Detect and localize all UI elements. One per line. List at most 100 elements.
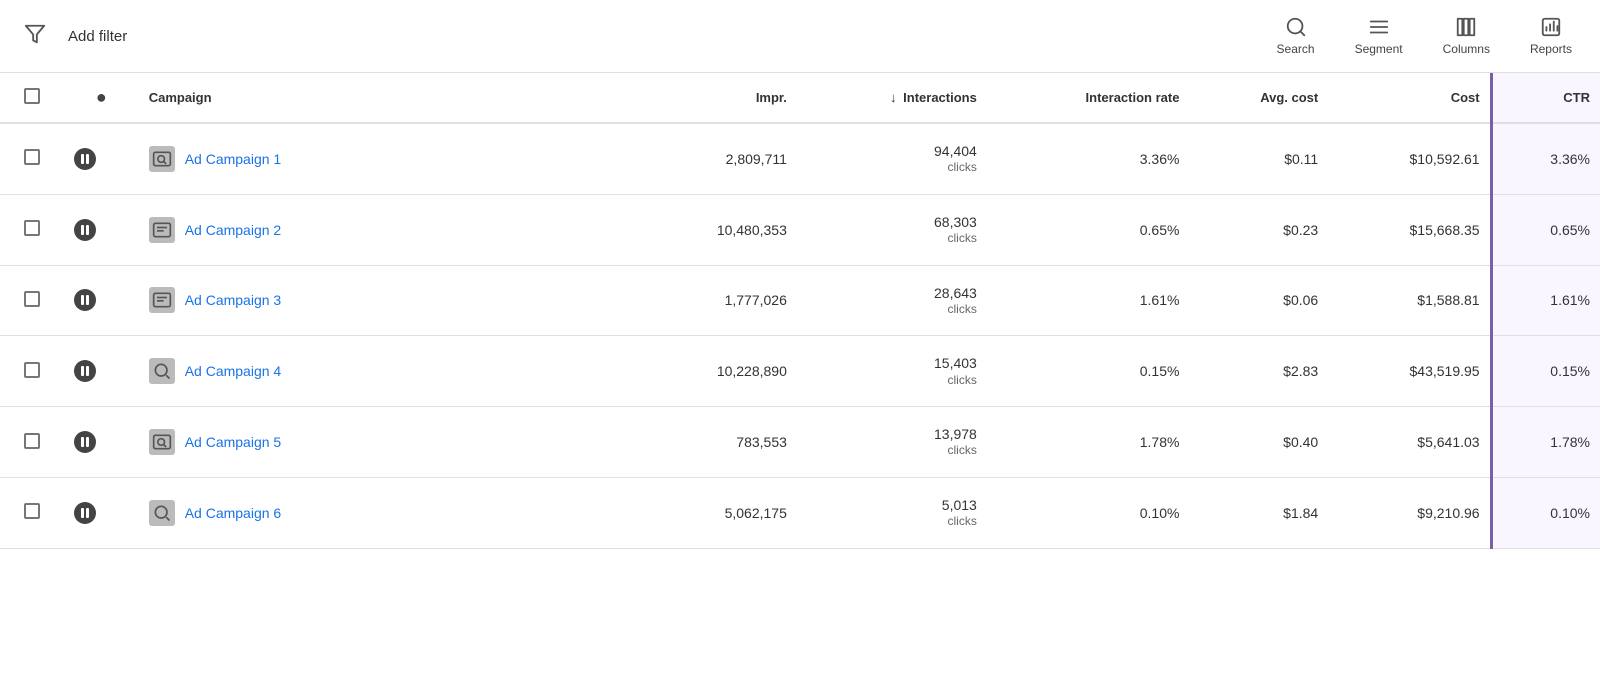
table-row: Ad Campaign 4 10,228,890 15,403 clicks 0… (0, 336, 1600, 407)
pause-status-icon[interactable] (74, 431, 96, 453)
campaign-link[interactable]: Ad Campaign 3 (185, 292, 282, 308)
segment-icon (1368, 16, 1390, 38)
row-campaign-cell: Ad Campaign 6 (139, 477, 637, 548)
row-impr: 10,480,353 (637, 194, 797, 265)
reports-label: Reports (1530, 42, 1572, 56)
campaign-link[interactable]: Ad Campaign 6 (185, 505, 282, 521)
row-checkbox[interactable] (24, 149, 40, 165)
table-row: Ad Campaign 6 5,062,175 5,013 clicks 0.1… (0, 477, 1600, 548)
campaign-link[interactable]: Ad Campaign 1 (185, 151, 282, 167)
pause-status-icon[interactable] (74, 219, 96, 241)
th-avg-cost[interactable]: Avg. cost (1189, 73, 1328, 123)
row-interaction-rate: 0.10% (987, 477, 1190, 548)
row-status-cell (64, 123, 139, 194)
table-row: Ad Campaign 3 1,777,026 28,643 clicks 1.… (0, 265, 1600, 336)
row-checkbox-cell (0, 407, 64, 478)
pause-status-icon[interactable] (74, 148, 96, 170)
pause-status-icon[interactable] (74, 289, 96, 311)
row-ctr: 0.10% (1491, 477, 1600, 548)
row-ctr: 3.36% (1491, 123, 1600, 194)
interactions-count: 13,978 (807, 425, 977, 443)
row-interactions: 13,978 clicks (797, 407, 987, 478)
header-checkbox[interactable] (24, 88, 40, 104)
reports-button[interactable]: Reports (1522, 12, 1580, 60)
filter-icon-button[interactable] (20, 19, 50, 54)
row-checkbox-cell (0, 477, 64, 548)
interactions-count: 68,303 (807, 213, 977, 231)
campaign-type-icon (149, 358, 175, 384)
table-row: Ad Campaign 1 2,809,711 94,404 clicks 3.… (0, 123, 1600, 194)
toolbar-left: Add filter (20, 19, 1261, 54)
row-avg-cost: $0.40 (1189, 407, 1328, 478)
row-ctr: 0.65% (1491, 194, 1600, 265)
campaign-type-icon (149, 287, 175, 313)
row-campaign-cell: Ad Campaign 3 (139, 265, 637, 336)
row-checkbox[interactable] (24, 503, 40, 519)
row-interactions: 94,404 clicks (797, 123, 987, 194)
row-impr: 5,062,175 (637, 477, 797, 548)
row-avg-cost: $0.23 (1189, 194, 1328, 265)
row-avg-cost: $1.84 (1189, 477, 1328, 548)
row-checkbox-cell (0, 123, 64, 194)
row-interactions: 15,403 clicks (797, 336, 987, 407)
campaign-link[interactable]: Ad Campaign 2 (185, 222, 282, 238)
interactions-count: 94,404 (807, 142, 977, 160)
th-impr[interactable]: Impr. (637, 73, 797, 123)
row-interactions: 28,643 clicks (797, 265, 987, 336)
row-campaign-cell: Ad Campaign 4 (139, 336, 637, 407)
row-cost: $5,641.03 (1328, 407, 1491, 478)
row-checkbox-cell (0, 265, 64, 336)
interactions-label: clicks (807, 231, 977, 247)
row-avg-cost: $0.06 (1189, 265, 1328, 336)
row-interaction-rate: 0.15% (987, 336, 1190, 407)
row-interaction-rate: 3.36% (987, 123, 1190, 194)
pause-status-icon[interactable] (74, 360, 96, 382)
row-checkbox[interactable] (24, 362, 40, 378)
add-filter-button[interactable]: Add filter (60, 24, 135, 49)
row-cost: $1,588.81 (1328, 265, 1491, 336)
campaign-link[interactable]: Ad Campaign 5 (185, 434, 282, 450)
interactions-count: 15,403 (807, 354, 977, 372)
row-impr: 10,228,890 (637, 336, 797, 407)
row-status-cell (64, 265, 139, 336)
sort-desc-icon: ↓ (890, 90, 897, 105)
filter-icon (24, 23, 46, 45)
row-interactions: 5,013 clicks (797, 477, 987, 548)
row-checkbox[interactable] (24, 220, 40, 236)
row-interaction-rate: 0.65% (987, 194, 1190, 265)
row-cost: $9,210.96 (1328, 477, 1491, 548)
campaign-type-icon (149, 146, 175, 172)
campaign-type-icon (149, 429, 175, 455)
row-ctr: 1.78% (1491, 407, 1600, 478)
row-checkbox[interactable] (24, 433, 40, 449)
pause-status-icon[interactable] (74, 502, 96, 524)
search-button[interactable]: Search (1269, 12, 1323, 60)
segment-button[interactable]: Segment (1347, 12, 1411, 60)
th-cost[interactable]: Cost (1328, 73, 1491, 123)
row-avg-cost: $2.83 (1189, 336, 1328, 407)
interactions-label: clicks (807, 160, 977, 176)
table-row: Ad Campaign 2 10,480,353 68,303 clicks 0… (0, 194, 1600, 265)
row-status-cell (64, 336, 139, 407)
search-label: Search (1277, 42, 1315, 56)
row-cost: $15,668.35 (1328, 194, 1491, 265)
reports-icon (1540, 16, 1562, 38)
row-status-cell (64, 477, 139, 548)
th-status: ● (64, 73, 139, 123)
row-interaction-rate: 1.78% (987, 407, 1190, 478)
th-interactions[interactable]: ↓ Interactions (797, 73, 987, 123)
toolbar: Add filter Search Segment (0, 0, 1600, 73)
campaign-link[interactable]: Ad Campaign 4 (185, 363, 282, 379)
row-impr: 2,809,711 (637, 123, 797, 194)
columns-button[interactable]: Columns (1435, 12, 1498, 60)
th-ctr[interactable]: CTR (1491, 73, 1600, 123)
th-campaign[interactable]: Campaign (139, 73, 637, 123)
row-impr: 1,777,026 (637, 265, 797, 336)
th-interaction-rate[interactable]: Interaction rate (987, 73, 1190, 123)
interactions-label: clicks (807, 443, 977, 459)
row-checkbox[interactable] (24, 291, 40, 307)
columns-icon (1455, 16, 1477, 38)
interactions-label: clicks (807, 373, 977, 389)
search-icon (1285, 16, 1307, 38)
interactions-count: 5,013 (807, 496, 977, 514)
